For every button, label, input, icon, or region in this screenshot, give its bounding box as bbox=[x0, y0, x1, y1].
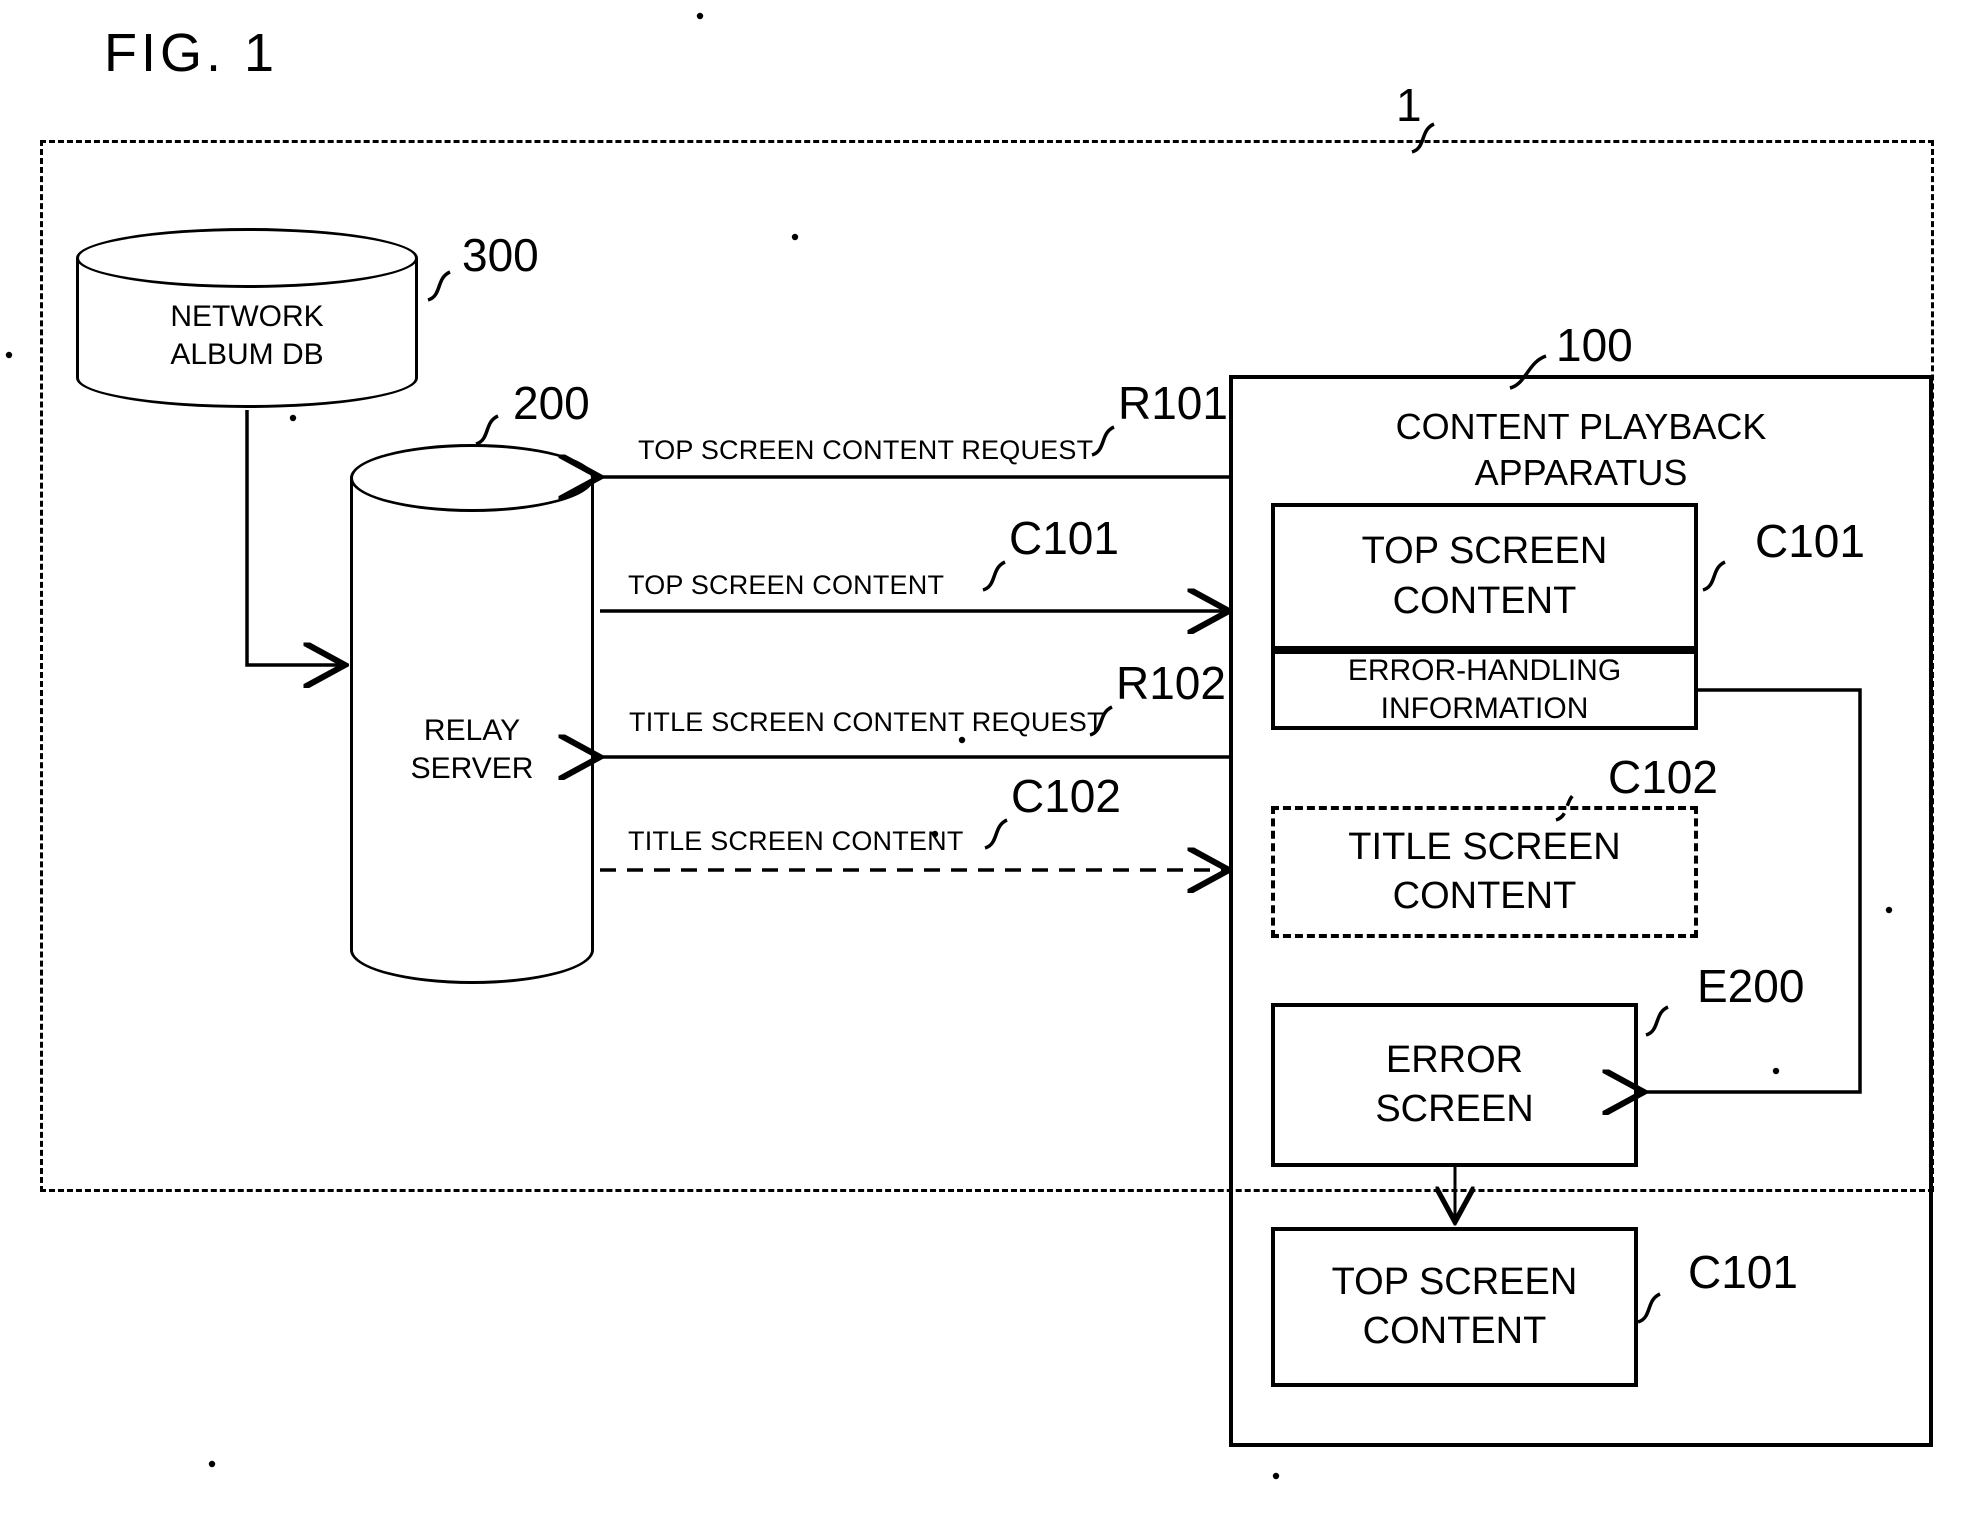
network-album-db-label-line1: NETWORK bbox=[170, 300, 324, 333]
flow-reference-c102: C102 bbox=[1011, 770, 1121, 822]
network-album-db-node: NETWORK ALBUM DB bbox=[76, 228, 418, 408]
relay-server-label-line2: SERVER bbox=[410, 752, 534, 786]
flow-reference-r102: R102 bbox=[1116, 657, 1226, 709]
scan-speck bbox=[5, 351, 13, 359]
apparatus-reference-numeral: 100 bbox=[1556, 319, 1633, 371]
apparatus-label-line2: APPARATUS bbox=[1474, 452, 1688, 494]
cylinder-top-ellipse bbox=[76, 228, 418, 288]
system-reference-numeral: 1 bbox=[1396, 79, 1422, 131]
top-screen-content-2-reference-numeral: C101 bbox=[1688, 1246, 1798, 1298]
figure-title: FIG. 1 bbox=[104, 23, 279, 83]
top-screen-content-2-line2: CONTENT bbox=[1362, 1310, 1547, 1352]
apparatus-label-line1: CONTENT PLAYBACK bbox=[1395, 406, 1767, 447]
error-screen-box: ERROR SCREEN bbox=[1271, 1003, 1638, 1167]
title-screen-content-reference-numeral: C102 bbox=[1608, 751, 1718, 803]
title-screen-content-line2: CONTENT bbox=[1392, 875, 1577, 917]
relay-server-reference-numeral: 200 bbox=[513, 377, 590, 429]
flow-reference-c101: C101 bbox=[1009, 512, 1119, 564]
scan-speck bbox=[696, 12, 704, 20]
error-screen-line1: ERROR bbox=[1385, 1038, 1524, 1081]
relay-server-label: RELAY SERVER bbox=[350, 712, 594, 789]
network-album-db-label: NETWORK ALBUM DB bbox=[76, 298, 418, 375]
error-handling-information-box: ERROR-HANDLING INFORMATION bbox=[1271, 650, 1698, 730]
network-album-db-label-line2: ALBUM DB bbox=[170, 338, 324, 372]
flow-label-c102: TITLE SCREEN CONTENT bbox=[628, 826, 964, 856]
relay-server-node: RELAY SERVER bbox=[350, 444, 594, 984]
error-handling-information-line1: ERROR-HANDLING bbox=[1347, 654, 1622, 688]
flow-reference-r101: R101 bbox=[1118, 377, 1228, 429]
top-screen-content-1-line2: CONTENT bbox=[1392, 579, 1577, 622]
title-screen-content-line1: TITLE SCREEN bbox=[1348, 825, 1621, 868]
flow-label-c101: TOP SCREEN CONTENT bbox=[628, 570, 945, 600]
top-screen-content-box-1: TOP SCREEN CONTENT bbox=[1271, 503, 1698, 650]
top-screen-content-2-line1: TOP SCREEN bbox=[1331, 1260, 1578, 1303]
figure-canvas: FIG. 1 1 NETWORK ALBUM DB 300 RELAY SERV… bbox=[0, 0, 1987, 1524]
error-handling-information-line2: INFORMATION bbox=[1380, 692, 1589, 725]
top-screen-content-1-line1: TOP SCREEN bbox=[1361, 530, 1608, 573]
content-playback-apparatus-label: CONTENT PLAYBACK APPARATUS bbox=[1279, 404, 1883, 496]
network-album-db-reference-numeral: 300 bbox=[462, 229, 539, 281]
top-screen-content-box-2: TOP SCREEN CONTENT bbox=[1271, 1227, 1638, 1387]
error-screen-line2: SCREEN bbox=[1375, 1088, 1534, 1130]
title-screen-content-box: TITLE SCREEN CONTENT bbox=[1271, 806, 1698, 938]
relay-server-label-line1: RELAY bbox=[423, 714, 521, 747]
scan-speck bbox=[208, 1460, 216, 1468]
cylinder-top-ellipse bbox=[350, 444, 594, 512]
flow-label-r102: TITLE SCREEN CONTENT REQUEST bbox=[629, 707, 1104, 737]
error-screen-reference-numeral: E200 bbox=[1697, 960, 1805, 1012]
flow-label-r101: TOP SCREEN CONTENT REQUEST bbox=[638, 435, 1094, 465]
scan-speck bbox=[1272, 1472, 1280, 1480]
top-screen-content-1-reference-numeral: C101 bbox=[1755, 515, 1865, 567]
